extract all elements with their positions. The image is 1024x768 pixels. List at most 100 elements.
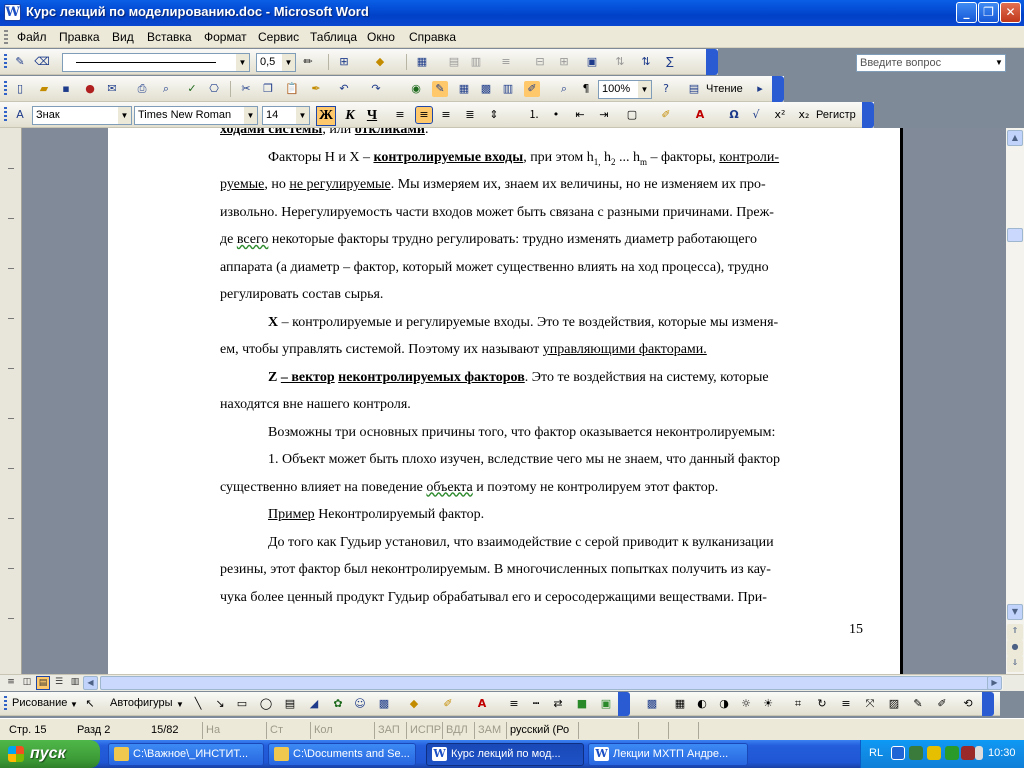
line-color-icon[interactable]: ✐: [440, 696, 456, 712]
format-picture-icon[interactable]: ✎: [910, 696, 926, 712]
previous-page-icon[interactable]: ⇑: [1007, 624, 1023, 640]
horizontal-scroll-track[interactable]: ◀ ▶: [83, 676, 1003, 690]
symbol-icon[interactable]: Ω: [726, 107, 742, 123]
autoshapes-menu-button[interactable]: Автофигуры: [110, 697, 173, 709]
oval-icon[interactable]: ◯: [258, 696, 274, 712]
document-workspace[interactable]: ходами системы, или откликами. Факторы Н …: [22, 128, 1006, 674]
diagram-icon[interactable]: ✿: [330, 696, 346, 712]
menu-grip[interactable]: [4, 30, 8, 44]
equation-icon[interactable]: √: [748, 107, 764, 123]
menu-file[interactable]: Файл: [17, 30, 47, 44]
vertical-scroll-thumb[interactable]: [1007, 228, 1023, 242]
arrow-icon[interactable]: ↘: [212, 696, 228, 712]
bullets-icon[interactable]: •: [548, 107, 564, 123]
subscript-icon[interactable]: x₂: [796, 107, 812, 123]
scroll-left-icon[interactable]: ◀: [83, 676, 98, 690]
superscript-icon[interactable]: x²: [772, 107, 788, 123]
tray-app-icon[interactable]: [909, 746, 923, 760]
draw-table-icon[interactable]: ✎: [12, 54, 28, 70]
document-line[interactable]: Возможны три основных причины того, что …: [220, 419, 860, 447]
line-style-icon[interactable]: ≡: [506, 696, 522, 712]
redo-icon[interactable]: ↷: [368, 81, 384, 97]
toolbar-grip[interactable]: [4, 81, 7, 97]
text-wrapping-icon[interactable]: ▨: [886, 696, 902, 712]
chevron-down-icon[interactable]: ▼: [296, 107, 309, 124]
highlight-icon[interactable]: ✐: [658, 107, 674, 123]
columns-icon[interactable]: ▥: [500, 81, 516, 97]
toolbar-grip[interactable]: [4, 54, 7, 70]
vertical-scrollbar[interactable]: ▲ ▼ ⇑ ● ⇓: [1006, 128, 1024, 674]
table-autoformat-icon[interactable]: ▣: [584, 54, 600, 70]
show-formatting-icon[interactable]: ¶: [578, 81, 594, 97]
toolbar-options-icon[interactable]: [706, 49, 718, 75]
insert-picture-icon[interactable]: ▩: [644, 696, 660, 712]
document-body[interactable]: ходами системы, или откликами. Факторы Н …: [220, 128, 860, 611]
document-line[interactable]: резины, этот фактор был неконтролируемым…: [220, 556, 860, 584]
taskbar-item-folder-2[interactable]: C:\Documents and Se...: [268, 743, 416, 766]
chevron-down-icon[interactable]: ▼: [282, 54, 295, 71]
chevron-down-icon[interactable]: ▼: [236, 54, 249, 71]
scroll-right-icon[interactable]: ▶: [987, 676, 1002, 690]
menu-table[interactable]: Таблица: [310, 30, 357, 44]
document-line[interactable]: аппарата (а диаметр – фактор, который мо…: [220, 254, 860, 282]
tables-borders-toggle-icon[interactable]: ✎: [432, 81, 448, 97]
browse-object-icon[interactable]: ●: [1007, 640, 1023, 656]
menu-help[interactable]: Справка: [409, 30, 456, 44]
scroll-up-icon[interactable]: ▲: [1007, 130, 1023, 146]
toolbar-options-icon[interactable]: [618, 692, 630, 716]
border-color-icon[interactable]: ✏: [300, 54, 316, 70]
spelling-icon[interactable]: ✓: [184, 81, 200, 97]
shadow-icon[interactable]: ■: [574, 696, 590, 712]
paste-icon[interactable]: 📋: [284, 81, 300, 97]
scroll-down-icon[interactable]: ▼: [1007, 604, 1023, 620]
crop-icon[interactable]: ⌗: [790, 696, 806, 712]
help-icon[interactable]: ?: [658, 81, 674, 97]
compress-icon[interactable]: ⤧: [862, 696, 878, 712]
document-page[interactable]: ходами системы, или откликами. Факторы Н …: [108, 128, 903, 674]
horizontal-scrollbar[interactable]: ≡ ◫ ▤ ☰ ▥ ◀ ▶: [0, 674, 1024, 691]
fill-color-icon[interactable]: ◆: [406, 696, 422, 712]
select-objects-icon[interactable]: ↖: [82, 696, 98, 712]
document-line[interactable]: Факторы Н и Х – контролируемые входы, пр…: [220, 144, 860, 172]
document-line[interactable]: находятся вне нашего контроля.: [220, 391, 860, 419]
document-line[interactable]: чука более ценный продукт Гудьир обрабат…: [220, 584, 860, 612]
tray-volume-icon[interactable]: [961, 746, 975, 760]
toolbar-options-icon[interactable]: [772, 76, 784, 102]
font-color-icon[interactable]: A: [474, 696, 490, 712]
change-case-button[interactable]: Регистр: [816, 109, 856, 121]
status-spelling[interactable]: [578, 722, 638, 739]
shading-color-icon[interactable]: ◆: [372, 54, 388, 70]
document-line[interactable]: Z – вектор неконтролируемых факторов. Эт…: [220, 364, 860, 392]
menu-window[interactable]: Окно: [367, 30, 395, 44]
zoom-select[interactable]: 100% ▼: [598, 80, 652, 99]
menu-view[interactable]: Вид: [112, 30, 134, 44]
new-document-icon[interactable]: ▯: [12, 81, 28, 97]
align-right-icon[interactable]: ≡: [438, 107, 454, 123]
menu-insert[interactable]: Вставка: [147, 30, 192, 44]
document-line[interactable]: существенно влияет на поведение объекта …: [220, 474, 860, 502]
insert-excel-icon[interactable]: ▩: [478, 81, 494, 97]
styles-pane-icon[interactable]: A: [12, 107, 28, 123]
document-line[interactable]: регулировать состав сырья.: [220, 281, 860, 309]
status-record-macro[interactable]: ЗАП: [374, 722, 406, 739]
document-map-icon[interactable]: ⌕: [556, 81, 572, 97]
font-size-select[interactable]: 14 ▼: [262, 106, 310, 125]
status-extend[interactable]: ВДЛ: [442, 722, 474, 739]
rectangle-icon[interactable]: ▭: [234, 696, 250, 712]
read-icon[interactable]: ▤: [686, 81, 702, 97]
status-overtype[interactable]: ЗАМ: [474, 722, 506, 739]
wordart-icon[interactable]: ◢: [306, 696, 322, 712]
taskbar-item-folder-1[interactable]: C:\Важное\_ИНСТИТ...: [108, 743, 264, 766]
reset-picture-icon[interactable]: ⟲: [960, 696, 976, 712]
italic-button[interactable]: К: [340, 106, 360, 126]
sort-icon[interactable]: ⇅: [638, 54, 654, 70]
research-icon[interactable]: ⎔: [206, 81, 222, 97]
tray-security-icon[interactable]: [927, 746, 941, 760]
chevron-down-icon[interactable]: ▼: [118, 107, 131, 124]
text-box-icon[interactable]: ▤: [282, 696, 298, 712]
chevron-down-icon[interactable]: ▼: [70, 700, 78, 709]
hyperlink-icon[interactable]: ◉: [408, 81, 424, 97]
start-button[interactable]: пуск: [0, 740, 100, 768]
line-icon[interactable]: ╲: [190, 696, 206, 712]
toolbar-grip[interactable]: [4, 107, 7, 123]
